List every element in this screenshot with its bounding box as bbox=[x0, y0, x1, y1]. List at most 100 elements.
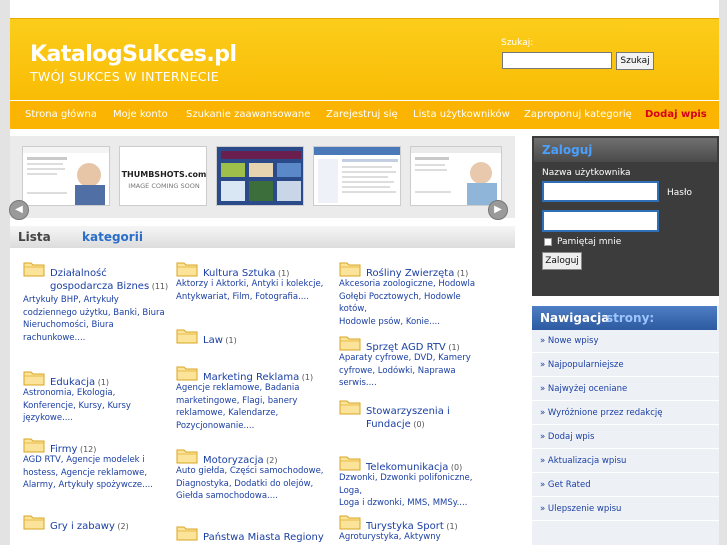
site-thumbnail[interactable]: THUMBSHOTS.com IMAGE COMING SOON bbox=[119, 146, 207, 206]
subcategory-line: Pozycjonowanie.... bbox=[176, 420, 255, 431]
page-scrollbar[interactable] bbox=[719, 0, 727, 545]
category-name: Gry i zabawy bbox=[50, 521, 115, 532]
nav-link-label: » Dodaj wpis bbox=[540, 432, 595, 442]
subcategory-line: Hodowle psów, Konie.... bbox=[339, 316, 440, 327]
subcategory-line: Aktorzy i Aktorki, Antyki i kolekcje, bbox=[176, 279, 324, 289]
category-count: (12) bbox=[77, 445, 97, 454]
nav-suggest-category[interactable]: Zaproponuj kategorię bbox=[524, 109, 632, 120]
heading-main: Lista bbox=[18, 230, 51, 244]
subcategory-line: rachunkowe.... bbox=[23, 332, 86, 343]
category-list: Lista kategorii Działalność gospodarcza B… bbox=[10, 226, 515, 545]
chevron-left-icon: ◀ bbox=[15, 204, 23, 215]
category-count: (2) bbox=[114, 522, 129, 531]
remember-me-checkbox[interactable] bbox=[544, 238, 552, 246]
site-thumbnail[interactable] bbox=[22, 146, 110, 206]
subcategory-line: Auto giełda, Części samochodowe, bbox=[176, 466, 324, 476]
subcategory-line: reklamowe, Kalendarze, bbox=[176, 408, 279, 418]
nav-link-label: » Get Rated bbox=[540, 480, 591, 490]
subcategory-line: Dzwonki, Dzwonki polifoniczne, Loga, bbox=[339, 473, 473, 496]
username-field[interactable] bbox=[542, 181, 659, 202]
chevron-right-icon: ▶ bbox=[494, 204, 502, 215]
category-list-heading: Lista kategorii bbox=[10, 226, 515, 248]
thumbnail-placeholder: THUMBSHOTS.com IMAGE COMING SOON bbox=[120, 147, 206, 205]
subcategory-line: hostess, Agencje reklamowe, bbox=[23, 467, 148, 478]
nav-my-account[interactable]: Moje konto bbox=[113, 109, 168, 120]
subcategory-links[interactable]: Akcesoria zoologiczne, Hodowla Gołębi Poc… bbox=[339, 278, 489, 328]
nav-link-label: » Aktualizacja wpisu bbox=[540, 456, 627, 466]
nav-link-label: » Najpopularniejsze bbox=[540, 360, 624, 370]
subcategory-links[interactable]: Astronomia, Ekologia, Konferencje, Kursy,… bbox=[23, 387, 173, 425]
nav-link-new-entries[interactable]: » Nowe wpisy bbox=[532, 330, 719, 353]
nav-link-label: » Wyróżnione przez redakcję bbox=[540, 408, 663, 418]
logo-subtitle: TWÓJ SUKCES W INTERNECIE bbox=[30, 69, 219, 84]
subcategory-links[interactable]: Dzwonki, Dzwonki polifoniczne, Loga, Loga… bbox=[339, 472, 489, 510]
site-thumbnail[interactable] bbox=[410, 146, 502, 206]
login-header: Zaloguj bbox=[534, 138, 717, 162]
subcategory-line: Aparaty cyfrowe, DVD, Kamery bbox=[339, 353, 471, 363]
subcategory-links[interactable]: Artykuły BHP, Artykuły codziennego użytku… bbox=[23, 294, 173, 344]
carousel-next-button[interactable]: ▶ bbox=[488, 200, 508, 220]
category-link[interactable]: Działalność gospodarcza Biznes (11) bbox=[50, 267, 180, 293]
category-link[interactable]: Stowarzyszenia i Fundacje (0) bbox=[366, 405, 496, 431]
subcategory-line: Akcesoria zoologiczne, Hodowla bbox=[339, 279, 476, 289]
category-link[interactable]: Law (1) bbox=[203, 334, 333, 347]
subcategory-line: Astronomia, Ekologia, bbox=[23, 388, 116, 398]
category-count: (0) bbox=[448, 463, 463, 472]
subcategory-line: Agroturystyka, Aktywny wypoczynek, bbox=[339, 532, 441, 545]
nav-link-label: » Nowe wpisy bbox=[540, 336, 599, 346]
subcategory-links[interactable]: Aparaty cyfrowe, DVD, Kamery cyfrowe, Lod… bbox=[339, 352, 489, 390]
subcategory-links[interactable]: AGD RTV, Agencje modelek i hostess, Agenc… bbox=[23, 454, 173, 492]
carousel-prev-button[interactable]: ◀ bbox=[9, 200, 29, 220]
subcategory-line: Diagnostyka, Dodatki do olejów, bbox=[176, 478, 314, 489]
subcategory-links[interactable]: Auto giełda, Części samochodowe, Diagnost… bbox=[176, 465, 326, 503]
subcategory-line: Giełda samochodowa.... bbox=[176, 491, 278, 501]
login-panel: Zaloguj Nazwa użytkownika Hasło Pamiętaj… bbox=[532, 136, 719, 296]
nav-link-featured[interactable]: » Wyróżnione przez redakcję bbox=[532, 402, 719, 425]
nav-link-label: » Ulepszenie wpisu bbox=[540, 504, 622, 514]
nav-link-upgrade-entry[interactable]: » Ulepszenie wpisu bbox=[532, 498, 719, 521]
category-count: (11) bbox=[149, 282, 169, 291]
nav-link-top-rated[interactable]: » Najwyżej oceniane bbox=[532, 378, 719, 401]
category-count: (0) bbox=[410, 420, 425, 429]
search-label: Szukaj: bbox=[501, 38, 534, 48]
folder-icon bbox=[176, 262, 198, 277]
nav-link-get-rated[interactable]: » Get Rated bbox=[532, 474, 719, 497]
logo-title[interactable]: KatalogSukces.pl bbox=[30, 42, 237, 67]
nav-add-entry[interactable]: Dodaj wpis bbox=[645, 109, 707, 120]
coming-soon-label: IMAGE COMING SOON bbox=[128, 182, 200, 190]
subcategory-line: codziennego użytku, Banki, Biura bbox=[23, 307, 165, 318]
category-name-cont: gospodarcza Biznes bbox=[50, 281, 150, 292]
site-navigation-header: Nawigacja strony: bbox=[532, 306, 717, 330]
subcategory-line: Loga i dzwonki, MMS, MMSy.... bbox=[339, 498, 468, 508]
subcategory-line: marketingowe, Flagi, banery bbox=[176, 395, 298, 406]
category-link[interactable]: Gry i zabawy (2) bbox=[50, 520, 180, 533]
heading-accent: strony: bbox=[606, 311, 655, 325]
password-field[interactable] bbox=[542, 210, 659, 232]
subcategory-line: językowe.... bbox=[23, 413, 73, 423]
nav-link-add-entry[interactable]: » Dodaj wpis bbox=[532, 426, 719, 449]
site-thumbnail[interactable] bbox=[313, 146, 401, 206]
subcategory-links[interactable]: Aktorzy i Aktorki, Antyki i kolekcje, Ant… bbox=[176, 278, 326, 303]
login-button[interactable]: Zaloguj bbox=[542, 252, 582, 270]
password-label: Hasło bbox=[667, 188, 693, 198]
search-button[interactable]: Szukaj bbox=[616, 52, 654, 70]
category-count: (1) bbox=[454, 269, 469, 278]
subcategory-links[interactable]: Agencje reklamowe, Badania marketingowe, … bbox=[176, 382, 326, 432]
subcategory-line: AGD RTV, Agencje modelek i bbox=[23, 455, 145, 465]
nav-register[interactable]: Zarejestruj się bbox=[326, 109, 398, 120]
nav-link-update-entry[interactable]: » Aktualizacja wpisu bbox=[532, 450, 719, 473]
nav-home[interactable]: Strona główna bbox=[25, 109, 97, 120]
page: KatalogSukces.pl TWÓJ SUKCES W INTERNECI… bbox=[9, 0, 727, 545]
search-input[interactable] bbox=[502, 52, 612, 69]
nav-advanced-search[interactable]: Szukanie zaawansowane bbox=[186, 109, 310, 120]
site-thumbnail[interactable] bbox=[216, 146, 304, 206]
nav-user-list[interactable]: Lista użytkowników bbox=[413, 109, 510, 120]
subcategory-line: Konferencje, Kursy, Kursy bbox=[23, 400, 131, 411]
category-count: (1) bbox=[222, 336, 237, 345]
nav-link-label: » Najwyżej oceniane bbox=[540, 384, 628, 394]
subcategory-links[interactable]: Agroturystyka, Aktywny wypoczynek, bbox=[339, 531, 489, 545]
nav-link-most-popular[interactable]: » Najpopularniejsze bbox=[532, 354, 719, 377]
category-link[interactable]: Państwa Miasta Regiony bbox=[203, 531, 333, 544]
folder-icon bbox=[339, 336, 361, 351]
folder-icon bbox=[23, 262, 45, 277]
